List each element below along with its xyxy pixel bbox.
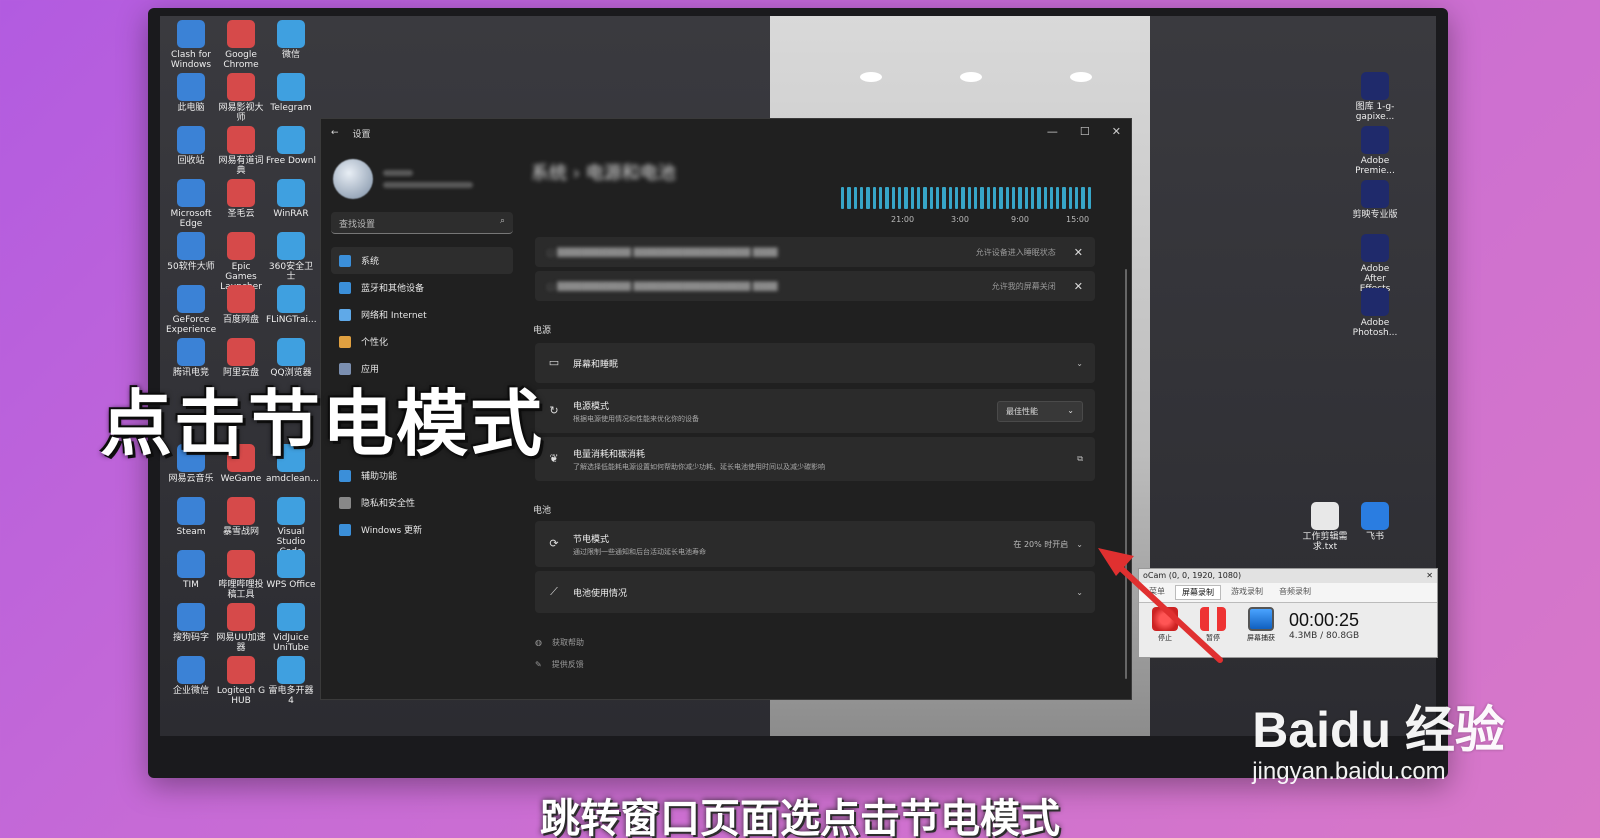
big-caption: 点击节电模式 <box>100 382 545 466</box>
watermark-logo: Baidu 经验 <box>1252 702 1505 758</box>
watermark-url: jingyan.baidu.com <box>1252 758 1446 785</box>
video-subtitle: 跳转窗口页面选点击节电模式 <box>540 796 1060 838</box>
baidu-watermark: Baidu 经验 jingyan.baidu.com <box>1252 690 1505 786</box>
